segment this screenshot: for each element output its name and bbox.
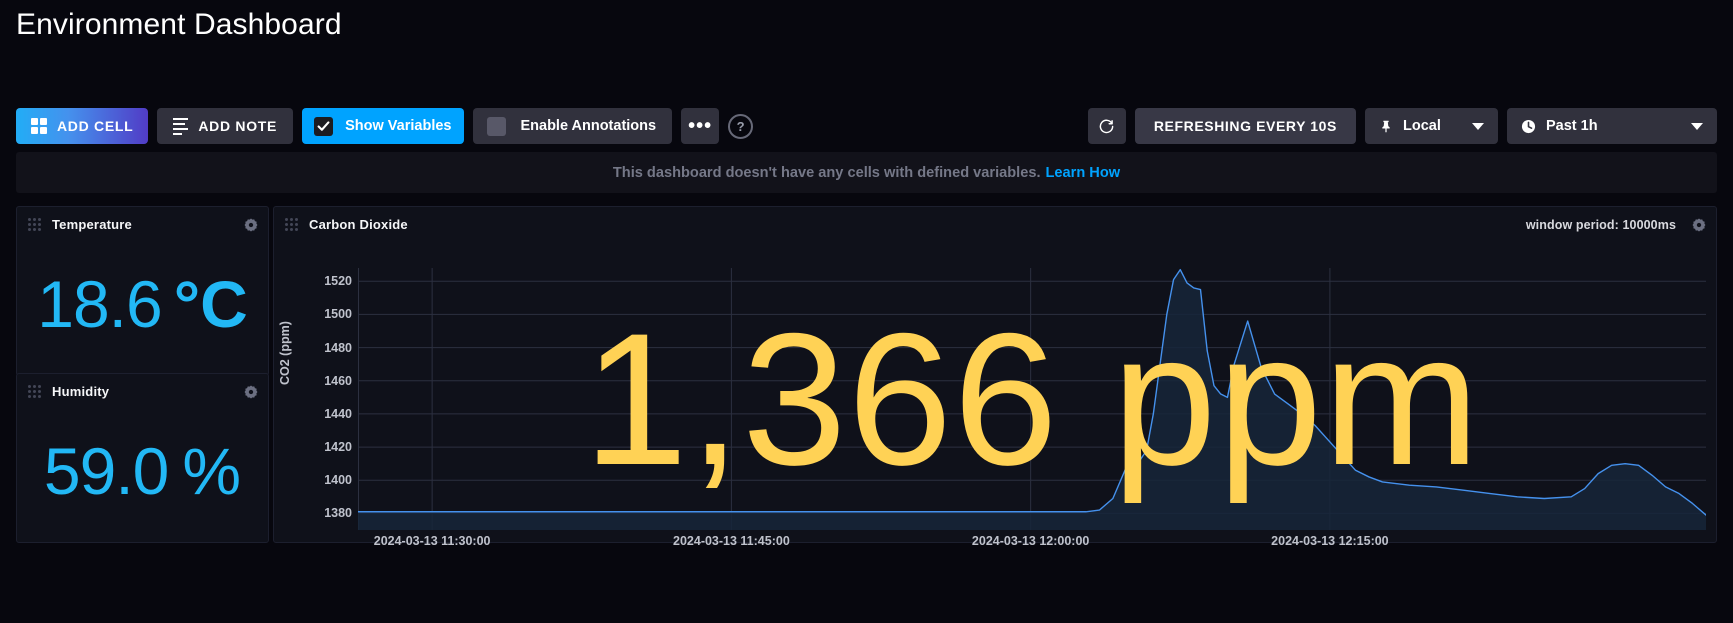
enable-annotations-toggle[interactable]: Enable Annotations <box>473 108 673 144</box>
gear-icon[interactable] <box>1692 218 1706 232</box>
more-options-button[interactable]: ••• <box>681 108 720 144</box>
cell-title: Temperature <box>52 217 132 232</box>
cell-header: Temperature <box>17 207 268 242</box>
y-axis-title: CO2 (ppm) <box>278 321 292 385</box>
y-tick-label: 1520 <box>324 274 352 289</box>
drag-handle-icon[interactable] <box>28 385 41 398</box>
refresh-interval-label: REFRESHING EVERY 10S <box>1153 118 1337 134</box>
cell-title: Humidity <box>52 384 110 399</box>
chevron-down-icon <box>1691 122 1703 130</box>
show-variables-label: Show Variables <box>345 118 452 134</box>
checkbox-unchecked-icon <box>487 116 507 136</box>
add-cell-button[interactable]: ADD CELL <box>16 108 149 144</box>
window-period-label: window period: 10000ms <box>1525 217 1676 232</box>
temperature-stat: 18.6 °C <box>17 244 268 364</box>
add-note-button[interactable]: ADD NOTE <box>157 108 294 144</box>
x-tick-label: 2024-03-13 12:15:00 <box>1271 534 1389 548</box>
ellipsis-icon: ••• <box>688 115 713 137</box>
add-cell-label: ADD CELL <box>57 118 134 134</box>
show-variables-toggle[interactable]: Show Variables <box>302 108 465 144</box>
pin-icon <box>1382 120 1390 132</box>
humidity-value: 59.0 <box>43 434 169 508</box>
grid-icon <box>31 118 47 134</box>
x-tick-label: 2024-03-13 11:45:00 <box>673 534 790 548</box>
y-tick-label: 1440 <box>324 406 352 421</box>
refresh-interval-button[interactable]: REFRESHING EVERY 10S <box>1134 108 1356 144</box>
cell-actions <box>244 218 258 232</box>
y-tick-label: 1400 <box>324 473 352 488</box>
checkbox-checked-icon <box>314 116 334 136</box>
variables-banner: This dashboard doesn't have any cells wi… <box>16 152 1717 193</box>
humidity-suffix: % <box>182 434 242 508</box>
dashboard-page: Environment Dashboard ADD CELL ADD NOTE … <box>0 0 1733 623</box>
chart-plot-area <box>358 268 1706 530</box>
humidity-stat: 59.0 % <box>17 411 268 531</box>
toolbar-left: ADD CELL ADD NOTE Show Variables Enable … <box>16 108 754 144</box>
temperature-value: 18.6 <box>37 267 162 341</box>
toolbar-right: REFRESHING EVERY 10S Local Past 1h <box>1087 108 1717 144</box>
cell-actions <box>244 385 258 399</box>
timezone-label: Local <box>1403 118 1441 134</box>
cell-title: Carbon Dioxide <box>309 217 408 232</box>
refresh-icon <box>1100 119 1114 133</box>
timezone-dropdown[interactable]: Local <box>1365 108 1498 144</box>
gear-icon[interactable] <box>244 218 258 232</box>
clock-icon <box>1521 119 1536 133</box>
y-tick-label: 1500 <box>324 307 352 322</box>
y-tick-label: 1420 <box>324 440 352 455</box>
gear-icon[interactable] <box>244 385 258 399</box>
drag-handle-icon[interactable] <box>28 218 41 231</box>
y-tick-label: 1380 <box>324 506 352 521</box>
drag-handle-icon[interactable] <box>285 218 298 231</box>
cell-header: Carbon Dioxide window period: 10000ms <box>274 207 1716 242</box>
temperature-suffix: °C <box>173 267 248 341</box>
x-tick-label: 2024-03-13 11:30:00 <box>373 534 491 548</box>
add-note-label: ADD NOTE <box>198 118 278 134</box>
cell-carbon-dioxide[interactable]: Carbon Dioxide window period: 10000ms CO… <box>273 206 1717 548</box>
cell-humidity[interactable]: Humidity 59.0 % <box>16 373 269 543</box>
cell-actions: window period: 10000ms <box>1526 218 1706 232</box>
time-range-label: Past 1h <box>1546 118 1598 134</box>
x-axis-ticks: 2024-03-13 11:30:00 2024-03-13 11:45:00 20… <box>274 534 1716 554</box>
y-tick-label: 1480 <box>324 340 352 355</box>
cell-temperature[interactable]: Temperature 18.6 °C <box>16 206 269 376</box>
time-range-dropdown[interactable]: Past 1h <box>1507 108 1717 144</box>
cell-header: Humidity <box>17 374 268 409</box>
note-lines-icon <box>173 117 189 135</box>
y-tick-label: 1460 <box>324 373 352 388</box>
help-icon[interactable]: ? <box>728 113 754 139</box>
learn-how-link[interactable]: Learn How <box>1046 165 1121 181</box>
co2-chart: CO2 (ppm) 1380 1400 1420 1440 1460 1480 1500 15… <box>274 242 1716 548</box>
x-tick-label: 2024-03-13 12:00:00 <box>971 534 1090 548</box>
chevron-down-icon <box>1472 122 1484 130</box>
variables-banner-message: This dashboard doesn't have any cells wi… <box>612 164 1041 181</box>
y-axis-ticks: 1380 1400 1420 1440 1460 1480 1500 1520 <box>298 242 352 520</box>
page-title: Environment Dashboard <box>16 8 342 41</box>
enable-annotations-label: Enable Annotations <box>520 118 657 134</box>
refresh-button[interactable] <box>1087 108 1126 144</box>
